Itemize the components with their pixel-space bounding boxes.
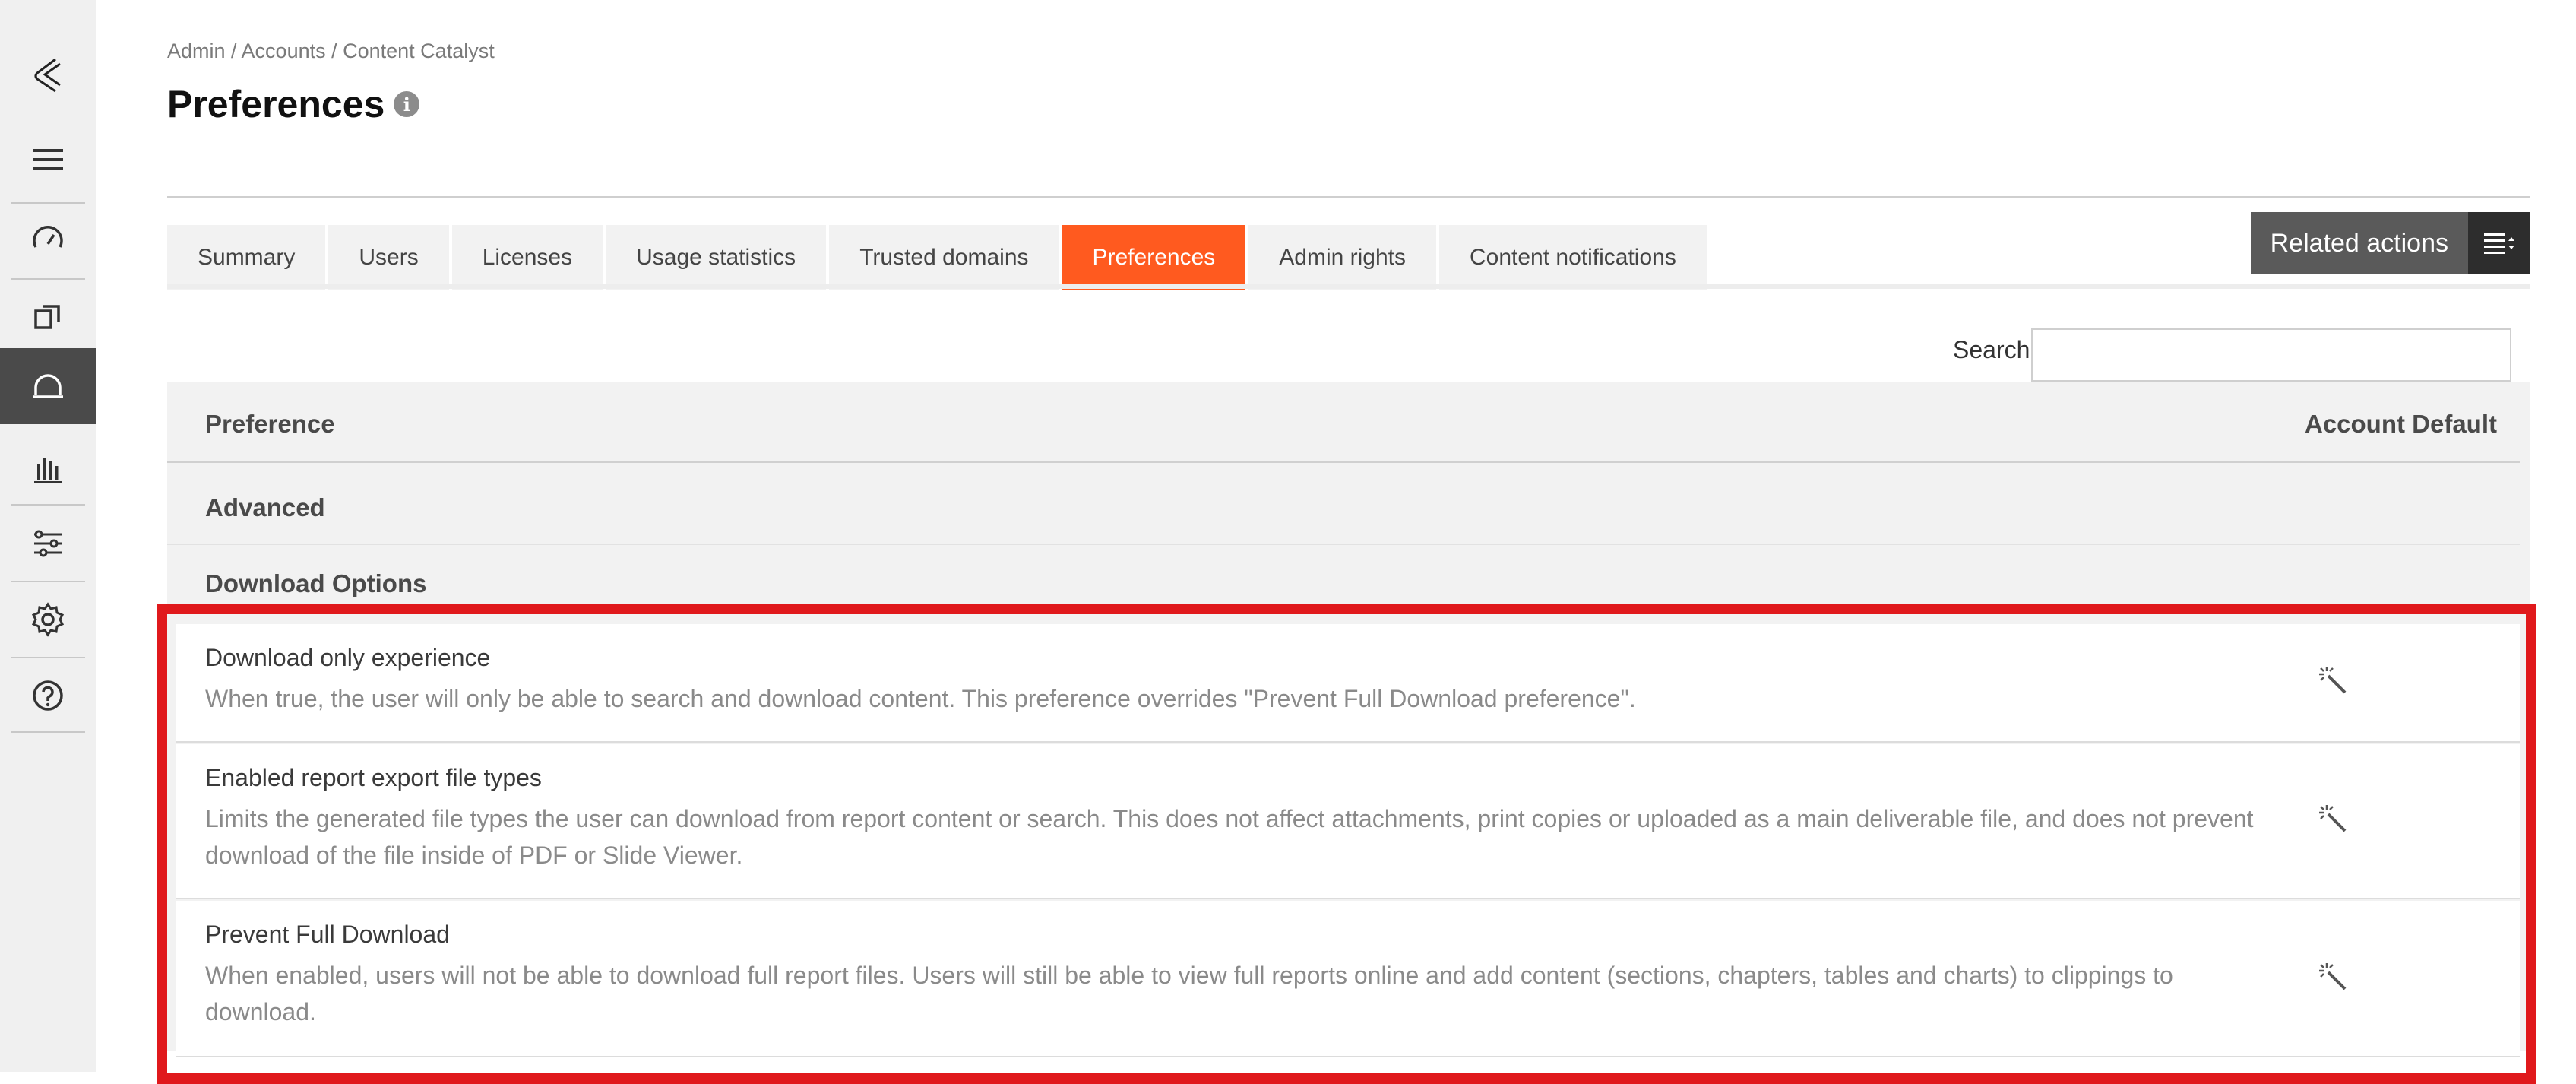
sidebar-divider — [11, 731, 85, 733]
page-title-text: Preferences — [167, 83, 385, 125]
group-label: Advanced — [205, 493, 325, 521]
preference-title: Download only experience — [205, 644, 491, 671]
sidebar-item-help[interactable] — [0, 658, 96, 734]
sidebar-item-dashboard[interactable] — [0, 201, 96, 277]
headset-icon — [33, 374, 63, 398]
title-divider — [167, 196, 2530, 198]
related-actions-label: Related actions — [2250, 212, 2468, 274]
sidebar-menu-toggle[interactable] — [0, 122, 96, 198]
table-row[interactable]: Download only experience When true, the … — [176, 624, 2520, 743]
sidebar-item-accounts[interactable] — [0, 348, 96, 424]
related-actions-menu[interactable] — [2468, 212, 2530, 274]
info-icon[interactable]: i — [394, 91, 420, 117]
magic-wand-icon[interactable] — [2318, 962, 2351, 995]
page-title: Preferences i — [167, 82, 420, 126]
sliders-icon — [34, 530, 62, 557]
tab-preferences[interactable]: Preferences — [1062, 225, 1246, 290]
sidebar-item-statistics[interactable] — [0, 429, 96, 506]
preference-title: Enabled report export file types — [205, 764, 542, 791]
breadcrumb[interactable]: Admin / Accounts / Content Catalyst — [167, 40, 495, 63]
logo-icon — [34, 58, 61, 93]
magic-wand-icon[interactable] — [2318, 665, 2351, 699]
help-icon — [33, 680, 63, 711]
list-menu-icon — [2484, 233, 2514, 254]
preference-description: When enabled, users will not be able to … — [205, 962, 2173, 1025]
bar-chart-icon — [34, 458, 62, 483]
tab-trusted-domains[interactable]: Trusted domains — [829, 225, 1059, 290]
group-label: Download Options — [205, 569, 427, 597]
preference-title: Prevent Full Download — [205, 921, 450, 948]
main-content: Admin / Accounts / Content Catalyst Pref… — [167, 0, 2530, 1072]
tab-admin-rights[interactable]: Admin rights — [1248, 225, 1436, 290]
column-header-account-default[interactable]: Account Default — [2305, 410, 2497, 439]
copy-windows-icon — [34, 305, 60, 329]
tab-users[interactable]: Users — [328, 225, 449, 290]
column-header-preference[interactable]: Preference — [205, 410, 335, 439]
search-label: Search — [1953, 336, 2030, 363]
tab-underline — [167, 284, 2530, 289]
preference-description: When true, the user will only be able to… — [205, 685, 1636, 712]
group-row-download-options[interactable]: Download Options — [167, 545, 2520, 621]
related-actions-button[interactable]: Related actions — [2250, 212, 2530, 274]
tab-summary[interactable]: Summary — [167, 225, 326, 290]
sidebar — [0, 0, 96, 1072]
menu-icon — [33, 149, 63, 170]
preference-description: Limits the generated file types the user… — [205, 805, 2254, 869]
group-row-advanced[interactable]: Advanced — [167, 464, 2520, 545]
magic-wand-icon[interactable] — [2318, 803, 2351, 837]
tab-licenses[interactable]: Licenses — [451, 225, 603, 290]
table-header: Preference Account Default — [167, 382, 2520, 463]
sidebar-logo[interactable] — [0, 36, 96, 113]
sidebar-item-content[interactable] — [0, 277, 96, 353]
table-row[interactable]: Prevent Full Download When enabled, user… — [176, 901, 2520, 1057]
tab-usage-statistics[interactable]: Usage statistics — [606, 225, 827, 290]
sidebar-item-settings[interactable] — [0, 582, 96, 658]
sidebar-item-filters[interactable] — [0, 506, 96, 582]
tab-bar: Summary Users Licenses Usage statistics … — [167, 225, 1707, 290]
dashboard-gauge-icon — [33, 226, 63, 248]
gear-icon — [31, 602, 65, 637]
tab-content-notifications[interactable]: Content notifications — [1439, 225, 1707, 290]
table-row[interactable]: Enabled report export file types Limits … — [176, 744, 2520, 899]
search-input[interactable] — [2031, 328, 2511, 382]
preferences-table: Preference Account Default Advanced Down… — [167, 382, 2530, 1057]
